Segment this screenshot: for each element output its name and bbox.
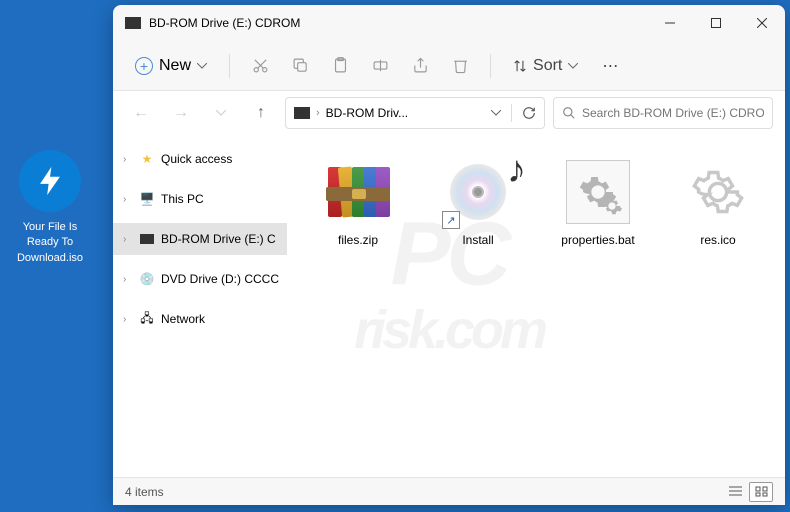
desktop-file-label: Your File Is Ready To Download.iso (10, 220, 90, 266)
more-button[interactable]: ⋯ (592, 48, 628, 84)
maximize-button[interactable] (693, 5, 739, 41)
sidebar-item-label: Network (161, 312, 205, 326)
chevron-right-icon[interactable]: › (123, 194, 133, 205)
file-item-ico[interactable]: res.ico (663, 151, 773, 253)
ico-icon (678, 157, 758, 227)
file-name: res.ico (665, 233, 771, 247)
window-title: BD-ROM Drive (E:) CDROM (149, 16, 647, 30)
address-bar[interactable]: › BD-ROM Driv... (285, 97, 545, 129)
chevron-down-icon (197, 63, 207, 69)
new-button[interactable]: + New (125, 51, 217, 81)
file-list[interactable]: files.zip ♪ ↗ Install properties.bat (287, 135, 789, 477)
details-view-button[interactable] (723, 482, 747, 502)
plus-icon: + (135, 57, 153, 75)
star-icon: ★ (139, 151, 155, 167)
delete-button[interactable] (442, 48, 478, 84)
file-explorer-window: PC risk.com BD-ROM Drive (E:) CDROM + Ne… (113, 5, 785, 505)
new-label: New (159, 57, 191, 75)
file-name: files.zip (305, 233, 411, 247)
titlebar[interactable]: BD-ROM Drive (E:) CDROM (113, 5, 785, 41)
sidebar-item-label: This PC (161, 192, 204, 206)
sort-button[interactable]: Sort (503, 51, 588, 81)
chevron-down-icon[interactable] (491, 110, 501, 116)
paste-button[interactable] (322, 48, 358, 84)
refresh-button[interactable] (522, 106, 536, 120)
disc-shortcut-icon: ♪ ↗ (438, 157, 518, 227)
file-name: Install (425, 233, 531, 247)
file-item-zip[interactable]: files.zip (303, 151, 413, 253)
file-item-bat[interactable]: properties.bat (543, 151, 653, 253)
minimize-button[interactable] (647, 5, 693, 41)
file-name: properties.bat (545, 233, 651, 247)
copy-button[interactable] (282, 48, 318, 84)
file-item-install[interactable]: ♪ ↗ Install (423, 151, 533, 253)
address-text: BD-ROM Driv... (326, 106, 485, 120)
chevron-right-icon[interactable]: › (123, 154, 133, 165)
sort-label: Sort (533, 57, 562, 75)
icons-view-button[interactable] (749, 482, 773, 502)
network-icon: 🖧 (139, 311, 155, 327)
back-button[interactable]: ← (125, 97, 157, 129)
search-bar[interactable] (553, 97, 773, 129)
sort-icon (513, 59, 527, 73)
item-count: 4 items (125, 485, 164, 499)
status-bar: 4 items (113, 477, 785, 505)
sidebar-item-bdrom-drive[interactable]: › BD-ROM Drive (E:) C (113, 223, 287, 255)
drive-icon (294, 107, 310, 119)
disc-icon: 💿 (139, 271, 155, 287)
recent-dropdown[interactable] (205, 97, 237, 129)
drive-icon (139, 231, 155, 247)
chevron-right-icon: › (316, 107, 320, 119)
pc-icon: 🖥️ (139, 191, 155, 207)
close-button[interactable] (739, 5, 785, 41)
up-button[interactable]: ↑ (245, 97, 277, 129)
sidebar-item-network[interactable]: › 🖧 Network (113, 303, 287, 335)
search-icon (562, 106, 576, 120)
desktop-file[interactable]: Your File Is Ready To Download.iso (10, 150, 90, 266)
drive-icon (125, 17, 141, 29)
sidebar-item-quick-access[interactable]: › ★ Quick access (113, 143, 287, 175)
sidebar-item-this-pc[interactable]: › 🖥️ This PC (113, 183, 287, 215)
sidebar-item-label: BD-ROM Drive (E:) C (161, 232, 276, 246)
navigation-bar: ← → ↑ › BD-ROM Driv... (113, 91, 785, 135)
toolbar: + New Sort ⋯ (113, 41, 785, 91)
chevron-right-icon[interactable]: › (123, 274, 133, 285)
share-button[interactable] (402, 48, 438, 84)
chevron-down-icon (568, 63, 578, 69)
chevron-right-icon[interactable]: › (123, 314, 133, 325)
sidebar-item-dvd-drive[interactable]: › 💿 DVD Drive (D:) CCCC (113, 263, 287, 295)
sidebar-item-label: DVD Drive (D:) CCCC (161, 272, 279, 286)
bat-icon (558, 157, 638, 227)
search-input[interactable] (582, 106, 764, 120)
lightning-icon (19, 150, 81, 212)
cut-button[interactable] (242, 48, 278, 84)
sidebar-item-label: Quick access (161, 152, 232, 166)
rename-button[interactable] (362, 48, 398, 84)
chevron-right-icon[interactable]: › (123, 234, 133, 245)
zip-icon (318, 157, 398, 227)
forward-button[interactable]: → (165, 97, 197, 129)
navigation-pane: › ★ Quick access › 🖥️ This PC › BD-ROM D… (113, 135, 287, 477)
